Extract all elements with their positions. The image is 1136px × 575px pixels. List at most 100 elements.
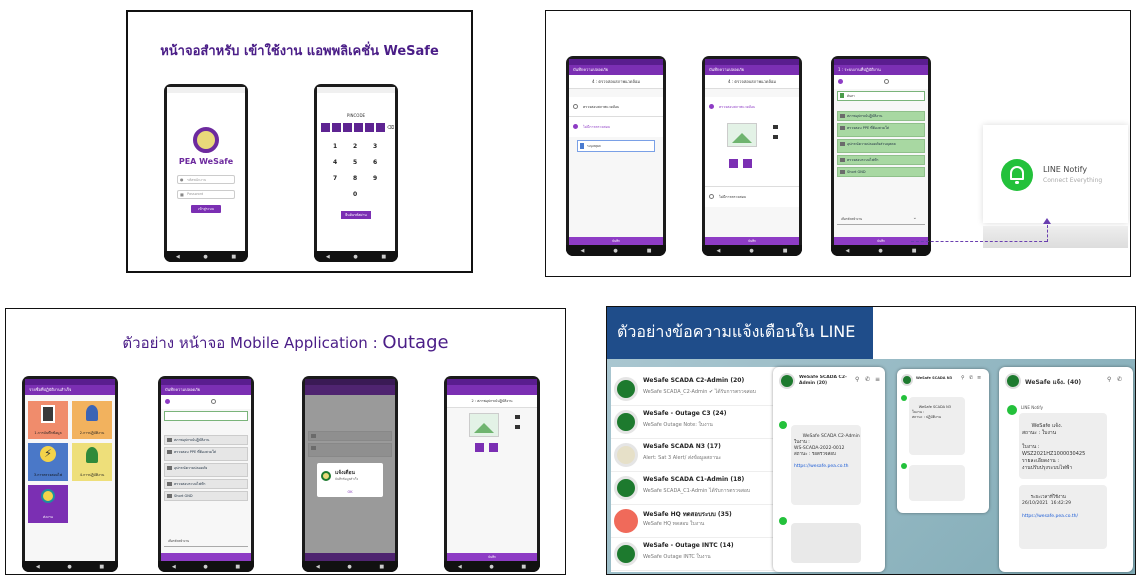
chat-item[interactable]: WeSafe SCADA C2-Admin (20) WeSafe SCADA_… xyxy=(611,373,779,406)
photo-action-2[interactable] xyxy=(743,159,752,168)
back-icon[interactable]: ◀ xyxy=(176,254,180,260)
radio-selected-icon[interactable] xyxy=(709,104,714,109)
supervisor-select[interactable]: เลือกหัวหน้างาน xyxy=(164,537,248,547)
call-icon[interactable]: ✆ xyxy=(865,376,870,383)
key-9[interactable]: 9 xyxy=(373,175,377,182)
recents-icon[interactable]: ■ xyxy=(99,564,104,570)
recents-icon[interactable]: ■ xyxy=(521,564,526,570)
photo-action-1[interactable] xyxy=(729,159,738,168)
menu-icon[interactable]: ≡ xyxy=(977,375,981,381)
pin-confirm-button[interactable]: ยืนยันรหัสผ่าน xyxy=(341,211,371,219)
dialog-ok-button[interactable]: OK xyxy=(317,490,383,494)
search-icon[interactable]: ⚲ xyxy=(855,376,859,383)
list-item[interactable]: ตรวจสอบระบบไฟฟ้า xyxy=(164,479,248,489)
key-0[interactable]: 0 xyxy=(353,191,357,198)
menu-icon[interactable]: ≡ xyxy=(875,376,880,383)
back-icon[interactable]: ◀ xyxy=(846,248,850,254)
recents-icon[interactable]: ■ xyxy=(379,564,384,570)
key-2[interactable]: 2 xyxy=(353,143,357,150)
photo-placeholder[interactable] xyxy=(469,413,499,437)
home-icon[interactable]: ● xyxy=(67,564,71,570)
message-link[interactable]: https://wesafe.pea.co.th/ xyxy=(1022,514,1104,521)
key-3[interactable]: 3 xyxy=(373,143,377,150)
back-icon[interactable]: ◀ xyxy=(458,564,462,570)
message-link[interactable]: https://wesafe.pea.co.th xyxy=(794,464,858,470)
menu-tile[interactable]: 4.การปฏิบัติงาน xyxy=(72,443,112,481)
recents-icon[interactable]: ■ xyxy=(783,248,788,254)
radio-selected-icon[interactable] xyxy=(165,399,170,404)
home-icon[interactable]: ● xyxy=(489,564,493,570)
recents-icon[interactable]: ■ xyxy=(912,248,917,254)
recents-icon[interactable]: ■ xyxy=(647,248,652,254)
save-bar[interactable]: บันทึก xyxy=(447,553,537,561)
back-icon[interactable]: ◀ xyxy=(717,248,721,254)
save-bar[interactable]: บันทึก xyxy=(705,237,799,245)
search-icon[interactable]: ⚲ xyxy=(1107,376,1111,383)
list-item[interactable]: Short GND xyxy=(164,491,248,501)
chat-item[interactable]: WeSafe HQ ทดสอบระบบ (35) WeSafe HQ ทดสอบ… xyxy=(611,505,779,538)
list-item[interactable]: อุปกรณ์ความปลอดภัย xyxy=(164,463,248,477)
login-button[interactable]: เข้าสู่ระบบ xyxy=(191,205,221,213)
call-icon[interactable]: ✆ xyxy=(969,375,973,381)
menu-tile[interactable]: ⚡ 3.การตรวจสอบไฟ xyxy=(28,443,68,481)
back-icon[interactable]: ◀ xyxy=(326,254,330,260)
list-item[interactable]: สภาพอุปกรณ์ปฏิบัติงาน xyxy=(164,435,248,445)
radio-selected-icon[interactable] xyxy=(838,79,843,84)
username-field[interactable]: ● รหัสพนักงาน xyxy=(177,175,235,184)
list-item[interactable]: อุปกรณ์ความปลอดภัยส่วนบุคคล xyxy=(837,139,925,153)
gallery-icon[interactable] xyxy=(773,135,778,139)
backspace-icon[interactable]: ⌫ xyxy=(387,125,394,131)
radio-icon[interactable] xyxy=(709,194,714,199)
photo-action-2[interactable] xyxy=(489,443,498,452)
photo-placeholder[interactable] xyxy=(727,123,757,147)
radio-icon[interactable] xyxy=(884,79,889,84)
recents-icon[interactable]: ■ xyxy=(381,254,386,260)
home-icon[interactable]: ● xyxy=(878,248,882,254)
search-field[interactable]: ค้นหา xyxy=(837,91,925,101)
list-item[interactable]: Short GND xyxy=(837,167,925,177)
home-icon[interactable]: ● xyxy=(353,254,357,260)
home-icon[interactable]: ● xyxy=(347,564,351,570)
radio-icon[interactable] xyxy=(211,399,216,404)
menu-tile[interactable]: 1.การบันทึกข้อมูล xyxy=(28,401,68,439)
key-4[interactable]: 4 xyxy=(333,159,337,166)
menu-tile[interactable]: ส่งงาน xyxy=(28,485,68,523)
home-icon[interactable]: ● xyxy=(203,564,207,570)
call-icon[interactable]: ✆ xyxy=(1117,376,1122,383)
save-bar[interactable] xyxy=(161,553,251,561)
menu-tile[interactable]: 2.การปฏิบัติงาน xyxy=(72,401,112,439)
chat-item[interactable]: WeSafe SCADA N3 (17) Alert: Sat 3 Alert/… xyxy=(611,439,779,472)
back-icon[interactable]: ◀ xyxy=(581,248,585,254)
home-icon[interactable]: ● xyxy=(749,248,753,254)
list-item[interactable]: ตรวจสอบระบบไฟฟ้า xyxy=(837,155,925,165)
back-icon[interactable]: ◀ xyxy=(316,564,320,570)
chat-item[interactable]: WeSafe - Outage INTC (14) WeSafe Outage … xyxy=(611,538,779,571)
home-icon[interactable]: ● xyxy=(203,254,207,260)
search-field[interactable] xyxy=(164,411,248,421)
option-b[interactable]: ไม่มีการตรวจสอบ xyxy=(569,117,663,137)
recents-icon[interactable]: ■ xyxy=(231,254,236,260)
search-icon[interactable]: ⚲ xyxy=(961,375,965,381)
list-item[interactable]: สภาพอุปกรณ์ปฏิบัติงาน xyxy=(837,111,925,121)
key-5[interactable]: 5 xyxy=(353,159,357,166)
camera-icon[interactable] xyxy=(773,125,778,129)
key-1[interactable]: 1 xyxy=(333,143,337,150)
option-b[interactable]: ไม่มีการตรวจสอบ xyxy=(705,187,799,207)
gallery-icon[interactable] xyxy=(515,425,520,429)
radio-selected-icon[interactable] xyxy=(573,124,578,129)
chat-item[interactable]: WeSafe SCADA C1-Admin (18) WeSafe SCADA_… xyxy=(611,472,779,505)
supervisor-select[interactable]: เลือกหัวหน้างาน ⌄ xyxy=(837,215,925,225)
list-item[interactable]: ตรวจสอบ PPE ที่ต้องสวมใส่ xyxy=(164,447,248,461)
chat-item[interactable]: WeSafe - Outage C3 (24) WeSafe Outage No… xyxy=(611,406,779,439)
option-a[interactable]: ตรวจสอบสภาพแวดล้อม xyxy=(569,97,663,117)
back-icon[interactable]: ◀ xyxy=(36,564,40,570)
password-field[interactable]: ■ Password xyxy=(177,190,235,199)
list-item[interactable]: ตรวจสอบ PPE ที่ต้องสวมใส่ xyxy=(837,123,925,137)
home-icon[interactable]: ● xyxy=(613,248,617,254)
key-7[interactable]: 7 xyxy=(333,175,337,182)
option-a[interactable]: ตรวจสอบสภาพแวดล้อม xyxy=(705,97,799,187)
back-icon[interactable]: ◀ xyxy=(172,564,176,570)
recents-icon[interactable]: ■ xyxy=(235,564,240,570)
photo-action-1[interactable] xyxy=(475,443,484,452)
key-8[interactable]: 8 xyxy=(353,175,357,182)
